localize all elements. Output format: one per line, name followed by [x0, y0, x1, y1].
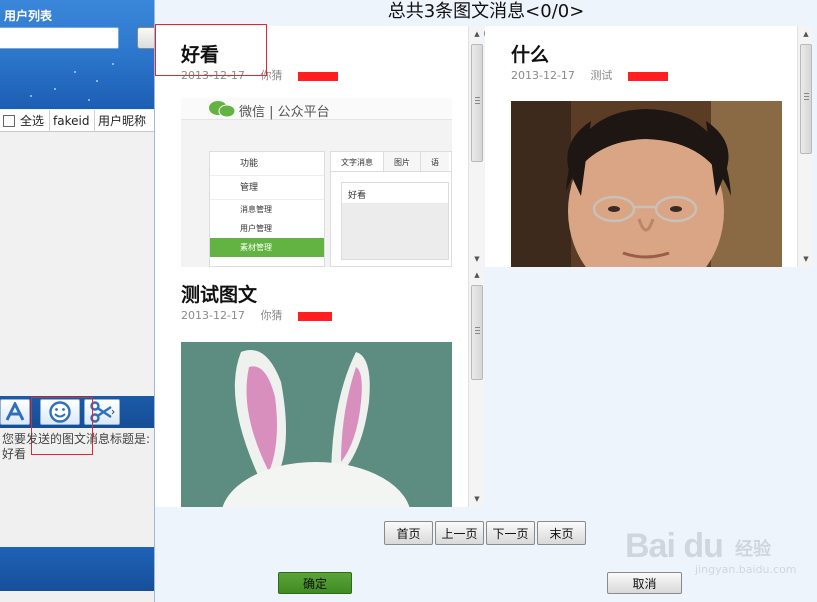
card-3-content: 测试图文 2013-12-17 你猜 — [155, 267, 468, 507]
pagination: 首页 上一页 下一页 末页 — [384, 521, 586, 545]
wechat-menu-manage: 管理 — [210, 176, 324, 200]
card-3-cover-image — [181, 342, 452, 507]
card-2-title: 什么 — [511, 44, 550, 66]
wechat-main: 文字消息 图片 语 好看 — [330, 151, 452, 267]
user-table-header: 全选 fakeid 用户昵称 — [0, 109, 154, 132]
card-3-title: 测试图文 — [181, 284, 258, 306]
wechat-sidebar: 功能 管理 消息管理 用户管理 素材管理 — [209, 151, 325, 267]
card-2-content: 什么 2013-12-17 测试 — [485, 26, 797, 267]
scroll-up-icon[interactable]: ▲ — [801, 29, 811, 39]
scroll-down-icon[interactable]: ▼ — [472, 254, 482, 264]
wechat-tab-voice: 语 — [421, 152, 449, 171]
watermark-url: jingyan.baidu.com — [695, 563, 797, 576]
wechat-menu-function: 功能 — [210, 152, 324, 176]
confirm-button[interactable]: 确定 — [278, 572, 352, 594]
user-list-header: 用户列表 — [0, 0, 154, 109]
first-page-button[interactable]: 首页 — [384, 521, 433, 545]
user-list-title: 用户列表 — [4, 9, 53, 23]
highlight-card-1-title — [155, 24, 267, 76]
card-1-scroll-thumb[interactable] — [471, 44, 483, 162]
watermark-logo: Bai du — [625, 527, 724, 565]
wechat-tab-image: 图片 — [384, 152, 421, 171]
wechat-menu-messages: 消息管理 — [240, 205, 272, 214]
card-3-date: 2013-12-17 — [181, 309, 245, 322]
select-all-cell[interactable]: 全选 — [0, 109, 50, 132]
watermark-text: 经验 — [735, 539, 771, 560]
prev-page-button[interactable]: 上一页 — [435, 521, 484, 545]
user-search-button[interactable] — [137, 27, 154, 49]
hint-label: 您要发送的图文消息标题是: — [2, 432, 151, 446]
select-all-label: 全选 — [20, 114, 45, 128]
wechat-article-image — [342, 203, 448, 259]
card-2-meta: 2013-12-17 测试 — [511, 67, 680, 83]
user-list-window: 用户列表 全选 fakeid 用户昵称 您要发送的图文消息标题是: 好看 — [0, 0, 155, 602]
wechat-tab-text: 文字消息 — [331, 152, 384, 171]
card-3-redaction — [297, 311, 332, 321]
hint-value: 好看 — [2, 447, 27, 461]
news-card-3[interactable]: 测试图文 2013-12-17 你猜 ▲ ▼ — [155, 267, 484, 507]
scroll-down-icon[interactable]: ▼ — [472, 494, 482, 504]
user-search-input[interactable] — [0, 27, 119, 49]
wechat-menu-users: 用户管理 — [240, 224, 272, 233]
selected-message-hint: 您要发送的图文消息标题是: 好看 — [2, 432, 154, 462]
card-2-redaction — [627, 71, 668, 81]
column-nickname: 用户昵称 — [98, 114, 147, 128]
card-1-scrollbar[interactable]: ▲ ▼ — [468, 26, 484, 267]
card-1-cover-image: 微信 | 公众平台 功能 管理 消息管理 用户管理 素材管理 文字消息 图片 语 — [181, 98, 452, 267]
card-2-author: 测试 — [590, 69, 613, 82]
news-card-2[interactable]: 什么 2013-12-17 测试 ▲ ▼ — [485, 26, 813, 267]
card-2-date: 2013-12-17 — [511, 69, 575, 82]
scroll-up-icon[interactable]: ▲ — [472, 29, 482, 39]
wechat-brand: 微信 | 公众平台 — [239, 105, 330, 120]
wechat-tabs: 文字消息 图片 语 — [331, 152, 451, 172]
font-button[interactable] — [0, 399, 30, 425]
card-2-cover-image — [511, 101, 782, 267]
user-list — [0, 133, 154, 395]
card-1-redaction — [297, 71, 338, 81]
dialog-title: 总共3条图文消息<0/0> — [387, 1, 585, 22]
next-page-button[interactable]: 下一页 — [486, 521, 535, 545]
wechat-topbar: 微信 | 公众平台 — [181, 98, 452, 120]
card-3-meta: 2013-12-17 你猜 — [181, 307, 344, 323]
card-3-scroll-thumb[interactable] — [471, 285, 483, 380]
font-icon — [5, 402, 25, 421]
card-3-author: 你猜 — [260, 309, 283, 322]
wechat-logo-icon — [209, 101, 236, 118]
card-2-scrollbar[interactable]: ▲ ▼ — [797, 26, 813, 267]
wechat-menu-materials: 素材管理 — [210, 238, 324, 257]
select-all-checkbox[interactable] — [3, 114, 15, 127]
baidu-jingyan-watermark: Bai du 经验 jingyan.baidu.com — [625, 527, 815, 577]
scroll-up-icon[interactable]: ▲ — [472, 270, 482, 280]
last-page-button[interactable]: 末页 — [537, 521, 586, 545]
portrait-photo — [511, 101, 782, 267]
scroll-down-icon[interactable]: ▼ — [801, 254, 811, 264]
column-fakeid: fakeid — [50, 109, 95, 132]
card-3-scrollbar[interactable]: ▲ ▼ — [468, 267, 484, 507]
user-list-footer — [0, 547, 154, 591]
rabbit-illustration — [181, 342, 452, 507]
wechat-article-preview: 好看 — [341, 182, 449, 260]
card-2-scroll-thumb[interactable] — [800, 44, 812, 154]
news-select-dialog: 总共3条图文消息<0/0> 好看 2013-12-17 你猜 微信 | 公众平台… — [155, 0, 817, 602]
